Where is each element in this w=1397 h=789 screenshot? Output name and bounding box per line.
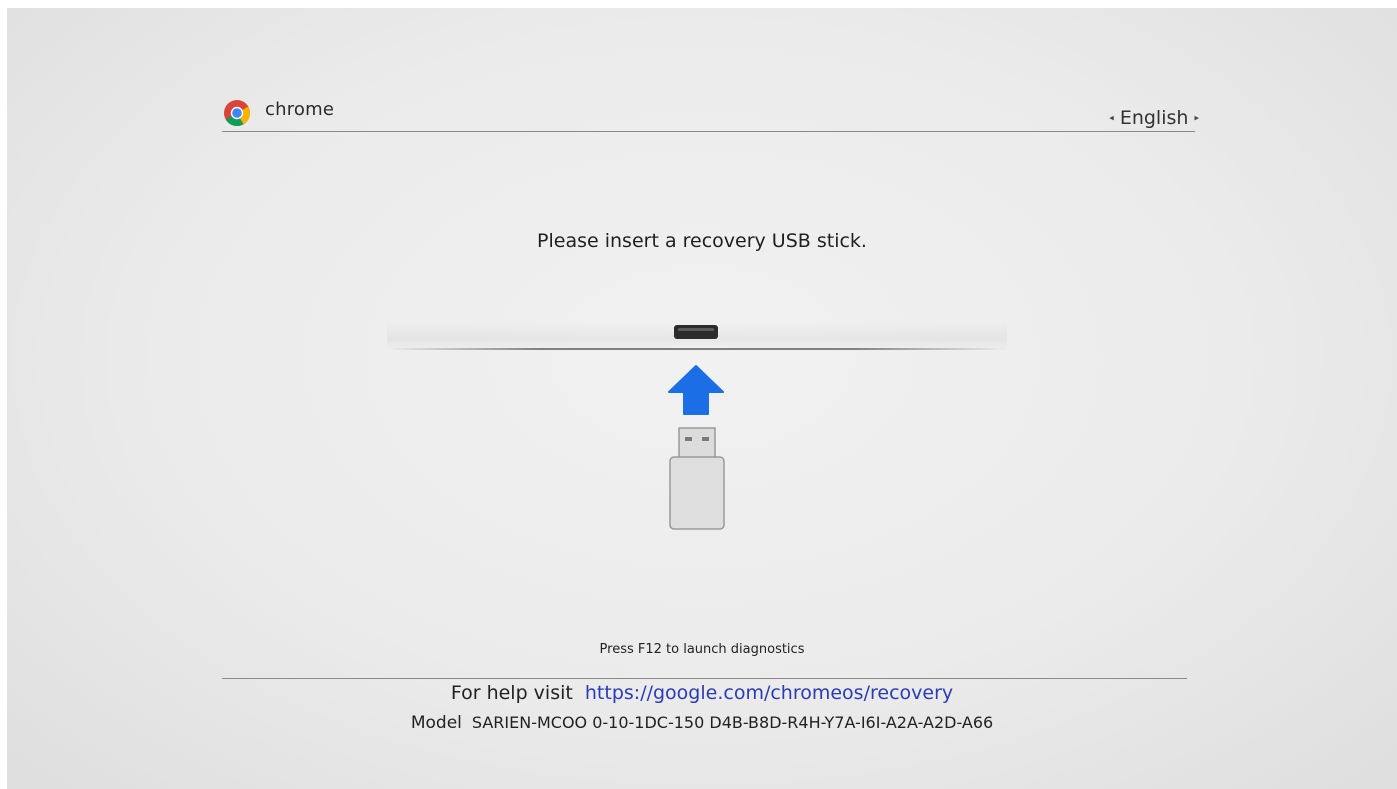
chrome-logo-icon: [224, 100, 251, 127]
usb-port-icon: [674, 325, 718, 339]
help-link[interactable]: https://google.com/chromeos/recovery: [585, 682, 953, 704]
language-label: English: [1119, 107, 1189, 129]
model-value: SARIEN-MCOO 0-10-1DC-150 D4B-B8D-R4H-Y7A…: [471, 713, 994, 732]
brand-name: chrome: [265, 99, 335, 120]
language-prev-icon[interactable]: ◂: [1109, 114, 1114, 124]
language-next-icon[interactable]: ▸: [1194, 114, 1199, 124]
recovery-message: Please insert a recovery USB stick.: [537, 230, 867, 252]
model-label: Model: [410, 713, 462, 733]
usb-stick-icon: [669, 427, 725, 530]
recovery-screen: chrome ◂ English ▸ Please insert a recov…: [7, 8, 1397, 789]
language-selector[interactable]: ◂ English ▸: [1109, 107, 1199, 129]
help-prefix: For help visit: [450, 682, 573, 704]
diagnostics-hint: Press F12 to launch diagnostics: [599, 642, 805, 657]
device-edge-line: [387, 348, 1007, 350]
model-line: Model SARIEN-MCOO 0-10-1DC-150 D4B-B8D-R4…: [7, 713, 1397, 733]
header-divider: [222, 131, 1195, 132]
up-arrow-icon: [668, 365, 724, 415]
help-line: For help visit https://google.com/chrome…: [7, 682, 1397, 704]
footer-divider: [222, 678, 1187, 679]
